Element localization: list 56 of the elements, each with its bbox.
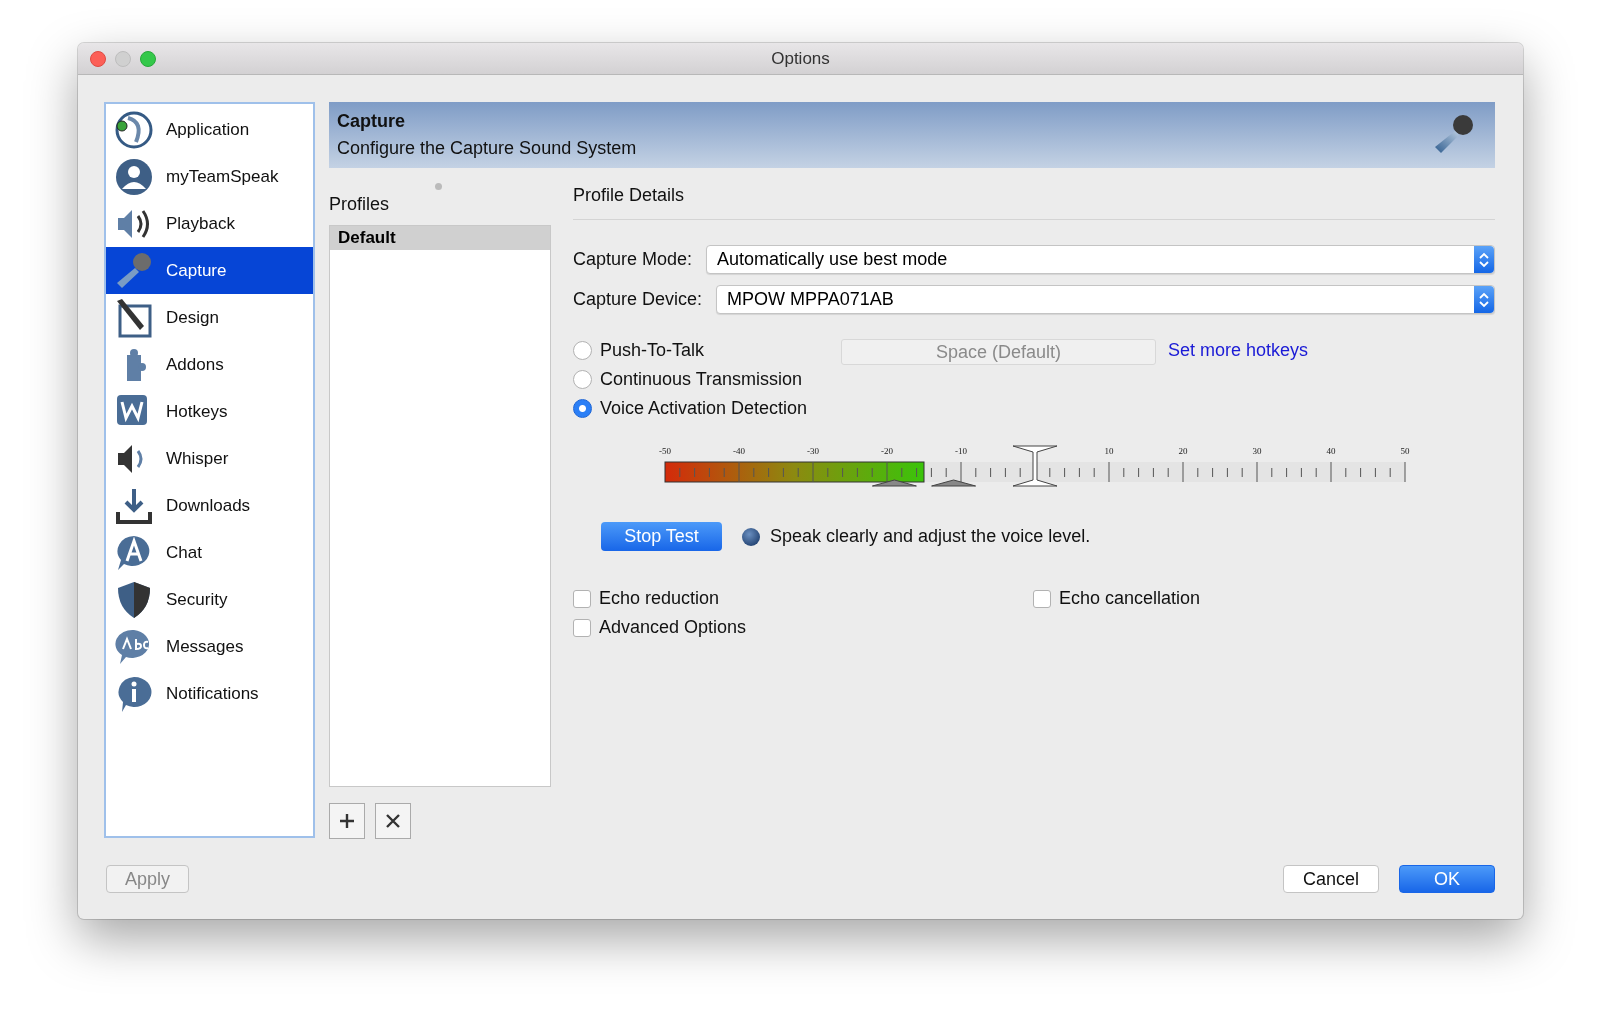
splitter-handle[interactable] [435, 183, 442, 190]
test-hint: Speak clearly and adjust the voice level. [770, 526, 1091, 547]
status-dot-icon [742, 527, 760, 546]
section-title: Profile Details [573, 185, 686, 206]
sidebar-item[interactable]: Chat [106, 529, 313, 576]
radio-option[interactable]: Push-To-Talk [573, 339, 817, 362]
application-logo-icon [114, 109, 154, 150]
sidebar-item[interactable]: Hotkeys [106, 388, 313, 435]
profiles-label: Profiles [329, 194, 391, 215]
sidebar-item[interactable]: Design [106, 294, 313, 341]
checkbox[interactable] [1033, 589, 1051, 608]
cancel-button[interactable]: Cancel [1283, 865, 1379, 893]
radio-button[interactable] [573, 341, 592, 360]
field-label: Capture Device: [573, 289, 703, 310]
sidebar-item[interactable]: Security [106, 576, 313, 623]
zoom-button[interactable] [140, 50, 156, 67]
stop-test-button[interactable]: Stop Test [601, 522, 722, 551]
ok-button[interactable]: OK [1399, 865, 1495, 893]
header-title: Capture [337, 111, 406, 132]
add-button[interactable] [329, 803, 365, 839]
hotkeys-link[interactable]: Set more hotkeys [1168, 340, 1309, 361]
sidebar-item[interactable]: Application [106, 106, 313, 153]
checkbox-option[interactable]: Echo cancellation [1033, 587, 1495, 610]
checkbox-option[interactable]: Advanced Options [573, 616, 1033, 639]
user-avatar-icon [114, 156, 154, 197]
sidebar-item[interactable]: Messages [106, 623, 313, 670]
pen-frame-icon [114, 297, 154, 338]
sidebar-item[interactable]: Whisper [106, 435, 313, 482]
sidebar-item[interactable]: Playback [106, 200, 313, 247]
sidebar-item[interactable]: Addons [106, 341, 313, 388]
header-subtitle: Configure the Capture Sound System [337, 138, 637, 159]
profile-item[interactable]: Default [330, 226, 550, 250]
checkbox-option[interactable]: Echo reduction [573, 587, 1033, 610]
radio-button[interactable] [573, 399, 592, 418]
field-label: Capture Mode: [573, 249, 693, 270]
radio-option[interactable]: Voice Activation Detection [573, 397, 817, 420]
sidebar-item[interactable]: Downloads [106, 482, 313, 529]
sidebar-item[interactable]: Notifications [106, 670, 313, 717]
dropdown[interactable]: Automatically use best mode [706, 245, 1495, 274]
plus-icon [338, 812, 356, 830]
minimize-button[interactable] [115, 50, 131, 67]
radio-option[interactable]: Continuous Transmission [573, 368, 817, 391]
sidebar-item[interactable]: myTeamSpeak [106, 153, 313, 200]
close-icon [384, 812, 402, 830]
threshold-slider-handle[interactable] [1012, 445, 1058, 487]
stepper-arrows-icon [1478, 291, 1490, 308]
radio-button[interactable] [573, 370, 592, 389]
remove-button[interactable] [375, 803, 411, 839]
dropdown[interactable]: MPOW MPPA071AB [716, 285, 1495, 314]
checkbox[interactable] [573, 618, 591, 637]
checkbox[interactable] [573, 589, 591, 608]
window-title: Options [770, 48, 831, 69]
sidebar-item[interactable]: Capture [106, 247, 313, 294]
stepper-arrows-icon [1478, 251, 1490, 268]
tick-labels: -50 -40 -30 -20 -10 10 20 30 40 50 [659, 446, 1410, 456]
close-button[interactable] [90, 50, 106, 67]
